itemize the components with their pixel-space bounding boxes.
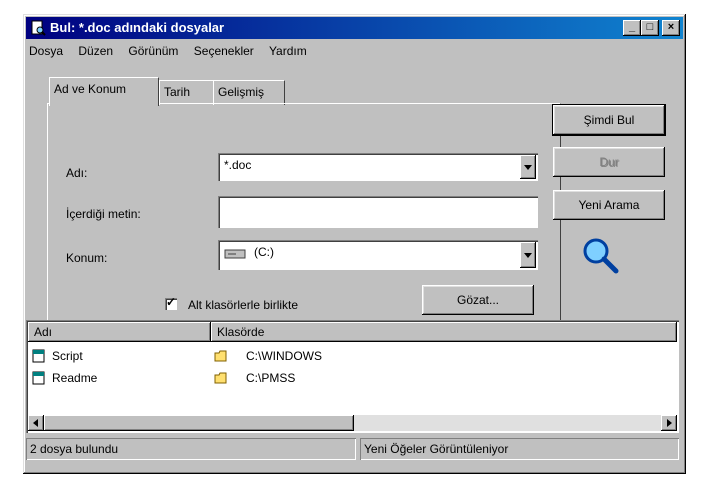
column-header-name[interactable]: Adı [28, 322, 211, 342]
status-monitoring: Yeni Öğeler Görüntüleniyor [360, 438, 679, 460]
close-button[interactable]: × [662, 20, 680, 36]
maximize-button[interactable]: □ [641, 20, 659, 36]
status-found: 2 dosya bulundu [26, 438, 356, 460]
menu-edit[interactable]: Düzen [78, 44, 113, 58]
browse-button-label: Gözat... [456, 293, 500, 307]
browse-button[interactable]: Gözat... [422, 285, 534, 315]
subfolders-label: Alt klasörlerle birlikte [188, 298, 299, 312]
list-item[interactable]: Script C:\WINDOWS [30, 346, 670, 366]
document-icon [32, 371, 45, 385]
title-bar[interactable]: Bul: *.doc adındaki dosyalar _ □ × [26, 17, 683, 39]
file-name: Script [52, 349, 83, 363]
tab-panel: Adı: *.doc İçerdiği metin: Konum: (C:) A… [47, 103, 561, 327]
column-header-folder[interactable]: Klasörde [211, 322, 677, 342]
menu-bar: Dosya Düzen Görünüm Seçenekler Yardım [29, 44, 319, 62]
new-search-label: Yeni Arama [578, 198, 640, 212]
tab-date[interactable]: Tarih [159, 80, 215, 105]
menu-file[interactable]: Dosya [29, 44, 63, 58]
find-now-button[interactable]: Şimdi Bul [552, 104, 666, 136]
horizontal-scrollbar[interactable] [28, 415, 677, 431]
content-input[interactable] [218, 196, 538, 228]
name-value: *.doc [224, 158, 252, 172]
subfolders-checkbox[interactable] [165, 295, 177, 310]
menu-options[interactable]: Seçenekler [194, 44, 254, 58]
location-dropdown-button[interactable] [520, 242, 536, 268]
folder-icon [214, 372, 227, 384]
arrow-right-icon [667, 419, 672, 427]
drive-icon [224, 249, 246, 259]
search-app-icon [31, 20, 46, 36]
status-bar: 2 dosya bulundu Yeni Öğeler Görüntüleniy… [26, 438, 679, 460]
magnifier-icon [583, 238, 619, 274]
scroll-left-button[interactable] [28, 415, 44, 431]
name-dropdown-button[interactable] [520, 155, 536, 179]
location-value: (C:) [254, 245, 274, 259]
results-list[interactable]: Adı Klasörde Script C:\WINDOWS Readme C:… [26, 320, 679, 433]
menu-view[interactable]: Görünüm [128, 44, 178, 58]
name-label: Adı: [66, 166, 88, 180]
file-name: Readme [52, 371, 98, 385]
stop-button[interactable]: Dur [553, 147, 665, 177]
file-folder: C:\WINDOWS [246, 349, 322, 363]
minimize-button[interactable]: _ [623, 20, 641, 36]
arrow-left-icon [33, 419, 38, 427]
file-folder: C:\PMSS [246, 371, 296, 385]
scroll-thumb[interactable] [44, 415, 354, 431]
menu-help[interactable]: Yardım [269, 44, 307, 58]
location-combobox[interactable]: (C:) [218, 240, 538, 270]
tab-advanced[interactable]: Gelişmiş [213, 80, 285, 105]
find-window: Bul: *.doc adındaki dosyalar _ □ × Dosya… [23, 14, 686, 474]
scroll-right-button[interactable] [661, 415, 677, 431]
window-title: Bul: *.doc adındaki dosyalar [50, 20, 225, 35]
tab-name-location[interactable]: Ad ve Konum [49, 77, 159, 106]
folder-icon [214, 350, 227, 362]
content-label: İçerdiği metin: [66, 207, 141, 221]
location-label: Konum: [66, 251, 108, 265]
stop-label: Dur [599, 155, 619, 169]
find-now-label: Şimdi Bul [583, 113, 635, 127]
document-icon [32, 349, 45, 363]
new-search-button[interactable]: Yeni Arama [553, 190, 665, 220]
list-item[interactable]: Readme C:\PMSS [30, 368, 670, 388]
name-combobox[interactable]: *.doc [218, 153, 538, 181]
